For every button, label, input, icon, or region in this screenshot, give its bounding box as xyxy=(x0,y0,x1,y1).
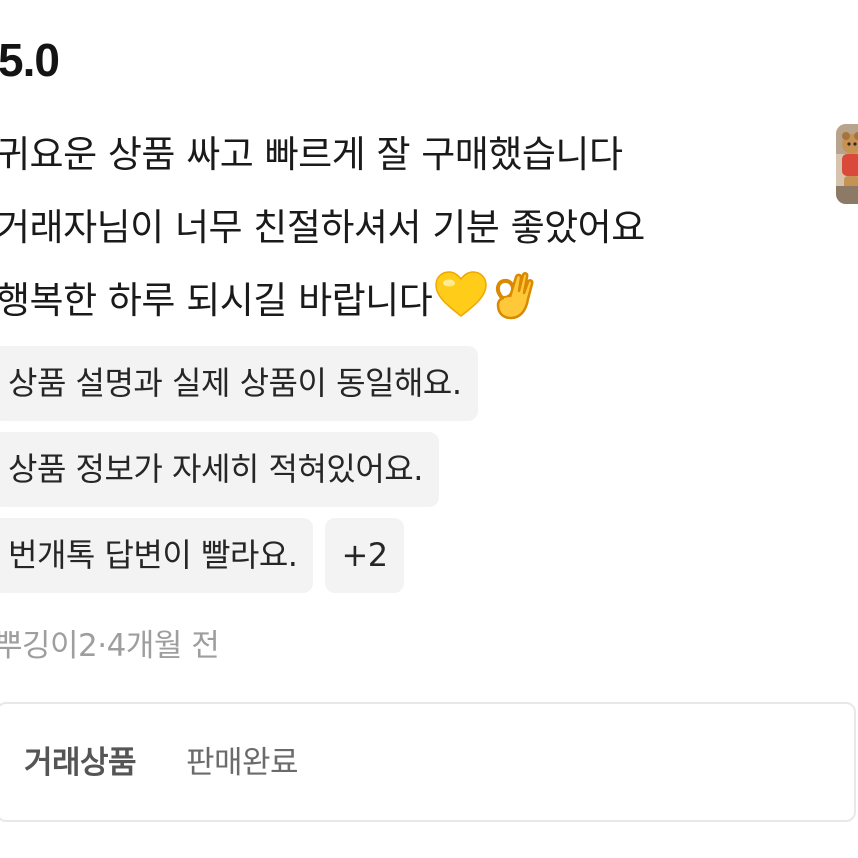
review-line-with-emoji: 행복한 하루 되시길 바랍니다 xyxy=(0,264,796,337)
product-thumbnail[interactable] xyxy=(836,124,858,204)
tag-row: 번개톡 답변이 빨라요. +2 xyxy=(0,518,478,593)
review-card: 5.0 귀요운 상품 싸고 빠르게 잘 구매했습니다 거래자님이 너무 친절하셔… xyxy=(0,0,858,858)
review-line: 귀요운 상품 싸고 빠르게 잘 구매했습니다 xyxy=(0,133,623,176)
trade-status: 판매완료 xyxy=(186,745,299,781)
ok-hand-icon xyxy=(490,269,536,345)
reviewer-name[interactable]: 뿌깅이2 xyxy=(0,628,98,664)
review-line: 거래자님이 너무 친절하셔서 기분 좋았어요 xyxy=(0,206,645,249)
review-tag: 상품 설명과 실제 상품이 동일해요. xyxy=(0,346,478,421)
review-line-text: 행복한 하루 되시길 바랍니다 xyxy=(0,279,433,322)
trade-product-label: 거래상품 xyxy=(24,745,137,781)
yellow-heart-icon xyxy=(434,270,488,343)
review-tag: 상품 정보가 자세히 적혀있어요. xyxy=(0,432,439,507)
review-tag: 번개톡 답변이 빨라요. xyxy=(0,518,314,593)
tag-row: 상품 설명과 실제 상품이 동일해요. xyxy=(0,346,478,421)
rating-score: 5.0 xyxy=(0,34,60,86)
review-time: 4개월 전 xyxy=(106,628,220,664)
more-tags-button[interactable]: +2 xyxy=(325,518,404,593)
review-text: 귀요운 상품 싸고 빠르게 잘 구매했습니다 거래자님이 너무 친절하셔서 기분… xyxy=(0,118,796,337)
trade-product-box[interactable]: 거래상품 판매완료 xyxy=(0,702,856,822)
review-tags: 상품 설명과 실제 상품이 동일해요. 상품 정보가 자세히 적혀있어요. 번개… xyxy=(0,346,478,604)
tag-row: 상품 정보가 자세히 적혀있어요. xyxy=(0,432,478,507)
review-meta: 뿌깅이2·4개월 전 xyxy=(0,618,220,674)
meta-separator: · xyxy=(97,628,107,664)
